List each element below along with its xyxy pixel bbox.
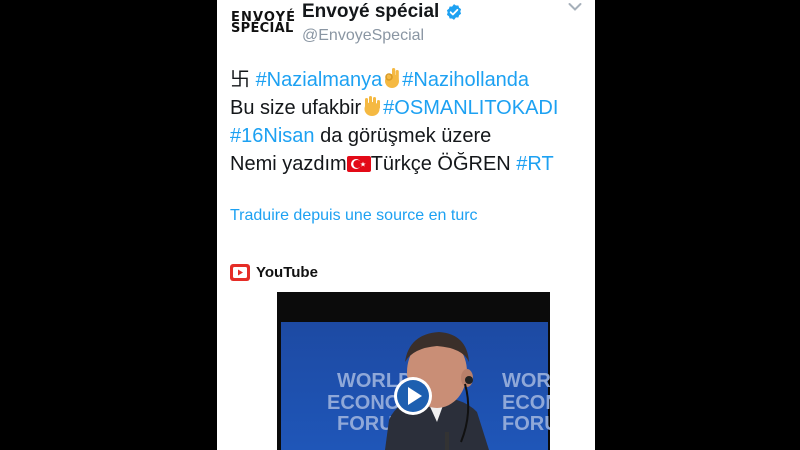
translate-link[interactable]: Traduire depuis une source en turc (230, 207, 478, 225)
play-button-icon[interactable] (394, 377, 432, 415)
hashtag-link[interactable]: #16Nisan (230, 125, 315, 147)
account-name-text: Envoyé spécial (302, 1, 440, 22)
hashtag-link[interactable]: #Nazihollanda (402, 69, 529, 91)
video-thumbnail: WORLD ECONOMIC FORUM WORLD ECONOMIC FORU… (277, 292, 550, 450)
tweet-line-1: 卐 #Nazialmanya #Nazihollanda (230, 66, 590, 94)
hashtag-link[interactable]: #Nazialmanya (256, 69, 383, 91)
tweet-line-3: #16Nisan da görüşmek üzere (230, 122, 590, 150)
account-name[interactable]: Envoyé spécial (302, 1, 463, 23)
avatar[interactable]: ENVOYÉ SPÉCIAL (231, 11, 295, 42)
tweet-text-segment: da görüşmek üzere (314, 125, 492, 147)
tweet-card: ENVOYÉ SPÉCIAL Envoyé spécial @EnvoyeSpe… (217, 0, 595, 450)
hashtag-link[interactable]: #RT (516, 153, 553, 175)
tweet-text-segment: Nemi yazdım (230, 153, 347, 175)
verified-badge-icon (447, 4, 462, 20)
tweet-line-4: Nemi yazdım Türkçe ÖĞREN #RT (230, 150, 590, 178)
waving-hand-emoji-icon (364, 96, 381, 116)
tweet-text-segment: Türkçe ÖĞREN (370, 153, 517, 175)
logo-text-line2: SPÉCIAL (231, 21, 294, 36)
hashtag-link[interactable]: #OSMANLITOKADI (383, 97, 558, 119)
tweet-text-segment: Bu size ufakbir (230, 97, 362, 119)
swastika-symbol: 卐 (230, 69, 250, 91)
turkey-flag-emoji-icon (346, 156, 371, 172)
video-caption-line3-right: FORUM (502, 413, 550, 435)
ok-hand-emoji-icon (385, 68, 400, 88)
tweet-text: 卐 #Nazialmanya #Nazihollanda Bu size ufa… (230, 66, 590, 178)
youtube-icon (230, 264, 250, 281)
video-caption-line1-right: WORLD (502, 370, 550, 392)
chevron-down-icon[interactable] (568, 2, 582, 12)
video-player[interactable]: WORLD ECONOMIC FORUM WORLD ECONOMIC FORU… (277, 292, 550, 450)
video-caption-line2-right: ECONOMIC (502, 392, 550, 414)
media-source[interactable]: YouTube (230, 264, 318, 281)
tweet-line-2: Bu size ufakbir #OSMANLITOKADI (230, 94, 590, 122)
youtube-label: YouTube (256, 264, 318, 281)
account-handle[interactable]: @EnvoyeSpecial (302, 27, 424, 45)
